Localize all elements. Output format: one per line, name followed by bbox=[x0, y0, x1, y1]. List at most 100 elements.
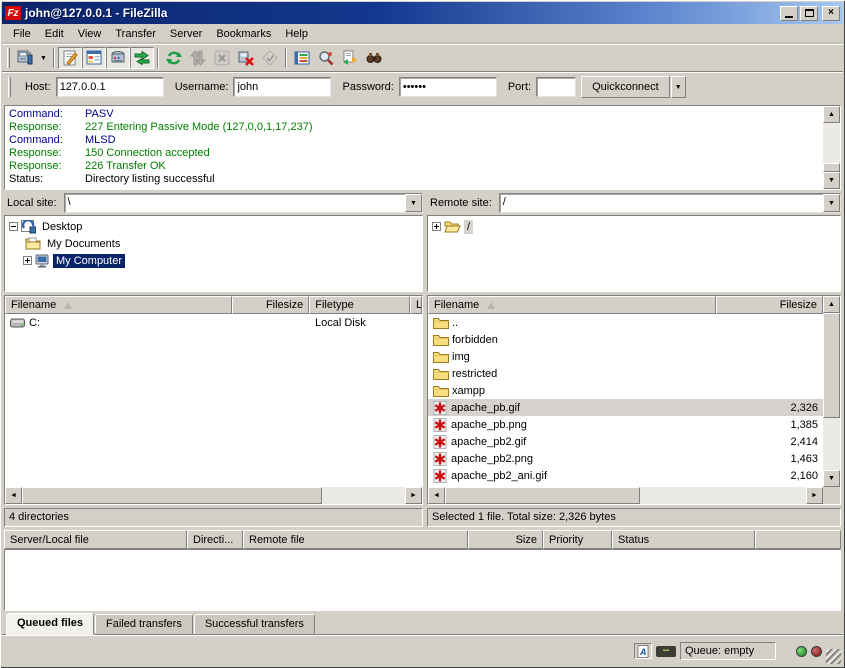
remote-horizontal-scrollbar[interactable]: ◄ ► bbox=[428, 487, 823, 504]
file-row-c-drive[interactable]: C: Local Disk bbox=[5, 314, 422, 331]
expand-icon[interactable] bbox=[23, 256, 32, 265]
scrollbar-thumb[interactable] bbox=[22, 487, 322, 504]
directory-comparison-button[interactable] bbox=[314, 47, 338, 69]
toolbar-grip[interactable] bbox=[7, 48, 10, 68]
remote-site-dropdown[interactable]: ▼ bbox=[823, 194, 840, 212]
local-site-combo[interactable]: \ ▼ bbox=[64, 193, 423, 213]
titlebar[interactable]: Fz john@127.0.0.1 - FileZilla × bbox=[2, 2, 843, 24]
column-server-local-file[interactable]: Server/Local file bbox=[4, 530, 187, 549]
log-line: Response:226 Transfer OK bbox=[9, 160, 823, 173]
host-input[interactable] bbox=[56, 77, 164, 97]
file-name: restricted bbox=[452, 368, 497, 380]
menu-help[interactable]: Help bbox=[278, 26, 315, 42]
tab-successful-transfers[interactable]: Successful transfers bbox=[194, 614, 315, 634]
scrollbar-thumb[interactable] bbox=[823, 163, 840, 172]
quickconnect-button[interactable]: Quickconnect bbox=[581, 76, 670, 98]
menu-view[interactable]: View bbox=[71, 26, 109, 42]
menu-edit[interactable]: Edit bbox=[38, 26, 71, 42]
maximize-button[interactable] bbox=[800, 6, 818, 21]
column-status[interactable]: Status bbox=[612, 530, 755, 549]
toggle-local-tree-button[interactable] bbox=[82, 47, 106, 69]
reconnect-button[interactable] bbox=[258, 47, 282, 69]
disconnect-button[interactable] bbox=[234, 47, 258, 69]
minimize-button[interactable] bbox=[780, 6, 798, 21]
file-row[interactable]: xampp bbox=[428, 382, 823, 399]
tab-queued-files[interactable]: Queued files bbox=[6, 613, 94, 635]
close-button[interactable]: × bbox=[822, 6, 840, 21]
my-documents-icon bbox=[25, 237, 41, 250]
local-horizontal-scrollbar[interactable]: ◄ ► bbox=[5, 487, 422, 504]
scrollbar-thumb[interactable] bbox=[445, 487, 640, 504]
find-files-button[interactable] bbox=[362, 47, 386, 69]
menu-transfer[interactable]: Transfer bbox=[108, 26, 163, 42]
scroll-up-icon[interactable]: ▲ bbox=[823, 106, 840, 123]
column-remote-file[interactable]: Remote file bbox=[243, 530, 468, 549]
file-row[interactable]: img bbox=[428, 348, 823, 365]
file-row[interactable]: .. bbox=[428, 314, 823, 331]
scrollbar-thumb[interactable] bbox=[823, 313, 840, 418]
tree-item-my-documents[interactable]: My Documents bbox=[5, 235, 422, 252]
toggle-queue-button[interactable] bbox=[130, 47, 154, 69]
quickconnect-dropdown[interactable]: ▼ bbox=[671, 76, 686, 98]
scroll-down-icon[interactable]: ▼ bbox=[823, 172, 840, 189]
scroll-right-icon[interactable]: ► bbox=[806, 487, 823, 504]
toggle-remote-tree-button[interactable] bbox=[106, 47, 130, 69]
quickconnect-grip[interactable] bbox=[8, 77, 11, 97]
chevron-down-icon: ▼ bbox=[410, 200, 417, 207]
menu-server[interactable]: Server bbox=[163, 26, 209, 42]
tree-item-root[interactable]: / bbox=[428, 218, 840, 235]
process-queue-button[interactable] bbox=[186, 47, 210, 69]
filter-button[interactable] bbox=[290, 47, 314, 69]
file-row[interactable]: restricted bbox=[428, 365, 823, 382]
file-row[interactable]: forbidden bbox=[428, 331, 823, 348]
scroll-left-icon[interactable]: ◄ bbox=[5, 487, 22, 504]
tree-item-label: My Computer bbox=[53, 254, 125, 268]
log-scrollbar[interactable]: ▲ ▼ bbox=[823, 106, 840, 189]
username-input[interactable] bbox=[233, 77, 331, 97]
column-filename[interactable]: Filename bbox=[428, 296, 716, 314]
scroll-left-icon[interactable]: ◄ bbox=[428, 487, 445, 504]
column-priority[interactable]: Priority bbox=[543, 530, 612, 549]
tab-failed-transfers[interactable]: Failed transfers bbox=[95, 614, 193, 634]
menu-file[interactable]: File bbox=[6, 26, 38, 42]
tree-item-my-computer[interactable]: My Computer bbox=[5, 252, 422, 269]
toggle-log-button[interactable] bbox=[58, 47, 82, 69]
column-direction[interactable]: Directi... bbox=[187, 530, 243, 549]
expand-icon[interactable] bbox=[432, 222, 441, 231]
tree-item-desktop[interactable]: Desktop bbox=[5, 218, 422, 235]
port-input[interactable] bbox=[536, 77, 576, 97]
refresh-button[interactable] bbox=[162, 47, 186, 69]
file-size: 1,463 bbox=[790, 453, 818, 465]
queue-list[interactable] bbox=[4, 549, 841, 611]
synchronized-browsing-button[interactable] bbox=[338, 47, 362, 69]
file-row-selected[interactable]: apache_pb.gif 2,326 bbox=[428, 399, 823, 416]
file-row[interactable]: apache_pb2.gif 2,414 bbox=[428, 433, 823, 450]
column-filetype[interactable]: Filetype bbox=[309, 296, 410, 314]
menu-bookmarks[interactable]: Bookmarks bbox=[209, 26, 278, 42]
password-input[interactable] bbox=[399, 77, 497, 97]
column-size[interactable]: Size bbox=[468, 530, 543, 549]
file-size: 1,385 bbox=[790, 419, 818, 431]
column-filesize[interactable]: Filesize bbox=[716, 296, 823, 314]
file-row[interactable]: apache_pb2.png 1,463 bbox=[428, 450, 823, 467]
site-manager-dropdown[interactable]: ▼ bbox=[37, 47, 50, 69]
column-filename[interactable]: Filename bbox=[5, 296, 232, 314]
file-name: apache_pb.gif bbox=[451, 402, 520, 414]
collapse-icon[interactable] bbox=[9, 222, 18, 231]
file-row[interactable]: apache_pb.png 1,385 bbox=[428, 416, 823, 433]
local-site-dropdown[interactable]: ▼ bbox=[405, 194, 422, 212]
remote-site-combo[interactable]: / ▼ bbox=[499, 193, 841, 213]
file-row[interactable]: apache_pb2_ani.gif 2,160 bbox=[428, 467, 823, 484]
message-log: Command:PASV Response:227 Entering Passi… bbox=[4, 105, 841, 190]
resize-grip-icon[interactable] bbox=[826, 649, 841, 664]
scroll-right-icon[interactable]: ► bbox=[405, 487, 422, 504]
column-filesize[interactable]: Filesize bbox=[232, 296, 309, 314]
cancel-button[interactable] bbox=[210, 47, 234, 69]
filter-icon bbox=[294, 50, 310, 66]
remote-vertical-scrollbar[interactable]: ▲ ▼ bbox=[823, 296, 840, 504]
site-manager-button[interactable] bbox=[13, 47, 37, 69]
column-last-modified[interactable]: L bbox=[410, 296, 422, 314]
scroll-up-icon[interactable]: ▲ bbox=[823, 296, 840, 313]
scroll-down-icon[interactable]: ▼ bbox=[823, 470, 840, 487]
process-queue-icon bbox=[190, 50, 206, 66]
